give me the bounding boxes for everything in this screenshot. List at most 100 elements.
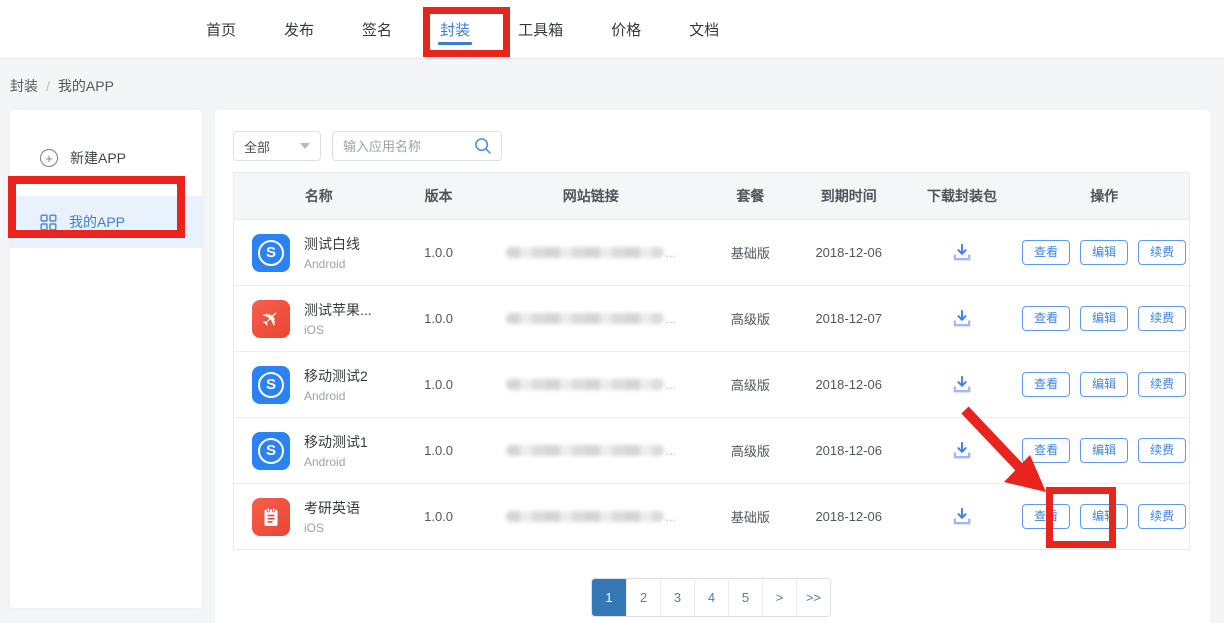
website-link-redacted [506, 313, 664, 324]
app-plan: 基础版 [708, 243, 793, 262]
view-button[interactable]: 查看 [1022, 438, 1070, 463]
renew-button[interactable]: 续费 [1138, 504, 1186, 529]
search-input[interactable] [343, 139, 473, 154]
app-plan: 基础版 [708, 507, 793, 526]
download-icon[interactable] [950, 505, 974, 528]
chevron-down-icon [300, 143, 310, 149]
app-version: 1.0.0 [404, 245, 474, 260]
nav-tab-toolbox[interactable]: 工具箱 [518, 0, 563, 59]
table-header-row: 名称 版本 网站链接 套餐 到期时间 下载封装包 操作 [234, 173, 1189, 219]
table-row: S✈ 移动测试2 Android 1.0.0 ... 高级版 2018-12-0… [234, 351, 1189, 417]
table-row: S✈ 测试苹果... iOS 1.0.0 ... 高级版 2018-12-07 … [234, 285, 1189, 351]
app-platform: iOS [304, 521, 360, 535]
col-header-download: 下载封装包 [905, 186, 1020, 206]
download-icon[interactable] [950, 307, 974, 330]
sidebar: + 新建APP 我的APP [10, 110, 202, 608]
edit-button[interactable]: 编辑 [1080, 438, 1128, 463]
top-nav: 首页 发布 签名 封装 工具箱 价格 文档 [0, 0, 1224, 59]
view-button[interactable]: 查看 [1022, 504, 1070, 529]
download-icon[interactable] [950, 241, 974, 264]
col-header-version: 版本 [404, 186, 474, 206]
app-icon: S✈ [252, 300, 290, 338]
sidebar-item-new-app[interactable]: + 新建APP [10, 132, 202, 184]
download-icon[interactable] [950, 373, 974, 396]
app-name: 测试白线 [304, 234, 360, 254]
website-link-redacted [506, 247, 664, 258]
sidebar-item-my-app[interactable]: 我的APP [10, 196, 202, 248]
col-header-expiry: 到期时间 [793, 186, 905, 206]
edit-button[interactable]: 编辑 [1080, 306, 1128, 331]
expiry-date: 2018-12-07 [793, 311, 905, 326]
page-button-5[interactable]: 5 [728, 579, 762, 616]
page-button-1[interactable]: 1 [592, 579, 626, 616]
page-last-button[interactable]: >> [796, 579, 830, 616]
table-row: S✈ 移动测试1 Android 1.0.0 ... 高级版 2018-12-0… [234, 417, 1189, 483]
page-button-2[interactable]: 2 [626, 579, 660, 616]
nav-tab-publish[interactable]: 发布 [284, 0, 314, 59]
search-icon[interactable] [473, 136, 493, 156]
col-header-plan: 套餐 [708, 186, 793, 206]
app-version: 1.0.0 [404, 377, 474, 392]
page-next-button[interactable]: > [762, 579, 796, 616]
link-ellipsis: ... [666, 312, 676, 326]
app-name: 移动测试2 [304, 366, 368, 386]
col-header-actions: 操作 [1019, 186, 1189, 206]
link-ellipsis: ... [666, 378, 676, 392]
expiry-date: 2018-12-06 [793, 443, 905, 458]
nav-tab-package[interactable]: 封装 [440, 0, 470, 59]
view-button[interactable]: 查看 [1022, 372, 1070, 397]
nav-tab-pricing[interactable]: 价格 [611, 0, 641, 59]
plus-circle-icon: + [40, 149, 58, 167]
sidebar-item-label: 新建APP [70, 148, 126, 168]
link-ellipsis: ... [666, 510, 676, 524]
category-select[interactable]: 全部 [233, 131, 321, 161]
app-version: 1.0.0 [404, 311, 474, 326]
app-version: 1.0.0 [404, 509, 474, 524]
table-row: S✈ 考研英语 iOS 1.0.0 ... 基础版 2018-12-06 查看 … [234, 483, 1189, 549]
view-button[interactable]: 查看 [1022, 306, 1070, 331]
col-header-name: 名称 [234, 186, 404, 206]
breadcrumb-current: 我的APP [58, 76, 114, 96]
expiry-date: 2018-12-06 [793, 245, 905, 260]
app-name: 测试苹果... [304, 300, 372, 320]
expiry-date: 2018-12-06 [793, 509, 905, 524]
edit-button[interactable]: 编辑 [1080, 372, 1128, 397]
breadcrumb-root[interactable]: 封装 [10, 76, 38, 96]
app-plan: 高级版 [708, 309, 793, 328]
page-button-4[interactable]: 4 [694, 579, 728, 616]
nav-tab-sign[interactable]: 签名 [362, 0, 392, 59]
download-icon[interactable] [950, 439, 974, 462]
app-icon: S✈ [252, 234, 290, 272]
sidebar-item-label: 我的APP [69, 212, 125, 232]
col-header-link: 网站链接 [474, 186, 709, 206]
app-platform: Android [304, 389, 368, 403]
view-button[interactable]: 查看 [1022, 240, 1070, 265]
app-table: 名称 版本 网站链接 套餐 到期时间 下载封装包 操作 S✈ 测试白线 Andr… [233, 172, 1190, 550]
page-button-3[interactable]: 3 [660, 579, 694, 616]
nav-tab-home[interactable]: 首页 [206, 0, 236, 59]
app-name: 考研英语 [304, 498, 360, 518]
breadcrumb: 封装 / 我的APP [10, 76, 114, 96]
expiry-date: 2018-12-06 [793, 377, 905, 392]
app-version: 1.0.0 [404, 443, 474, 458]
pagination: 1 2 3 4 5 > >> [591, 578, 831, 617]
website-link-redacted [506, 379, 664, 390]
app-icon: S✈ [252, 432, 290, 470]
renew-button[interactable]: 续费 [1138, 306, 1186, 331]
website-link-redacted [506, 445, 664, 456]
link-ellipsis: ... [666, 444, 676, 458]
table-row: S✈ 测试白线 Android 1.0.0 ... 基础版 2018-12-06… [234, 219, 1189, 285]
nav-tab-docs[interactable]: 文档 [689, 0, 719, 59]
main-content: 全部 名称 版本 网站链接 套餐 到期时间 下载封装包 操作 S✈ [215, 110, 1210, 623]
edit-button[interactable]: 编辑 [1080, 240, 1128, 265]
app-plan: 高级版 [708, 375, 793, 394]
edit-button-highlighted[interactable]: 编辑 [1080, 504, 1128, 529]
search-box [332, 131, 502, 161]
renew-button[interactable]: 续费 [1138, 372, 1186, 397]
website-link-redacted [506, 511, 664, 522]
breadcrumb-separator: / [46, 78, 50, 94]
renew-button[interactable]: 续费 [1138, 240, 1186, 265]
renew-button[interactable]: 续费 [1138, 438, 1186, 463]
grid-icon [40, 214, 57, 231]
app-platform: iOS [304, 323, 372, 337]
